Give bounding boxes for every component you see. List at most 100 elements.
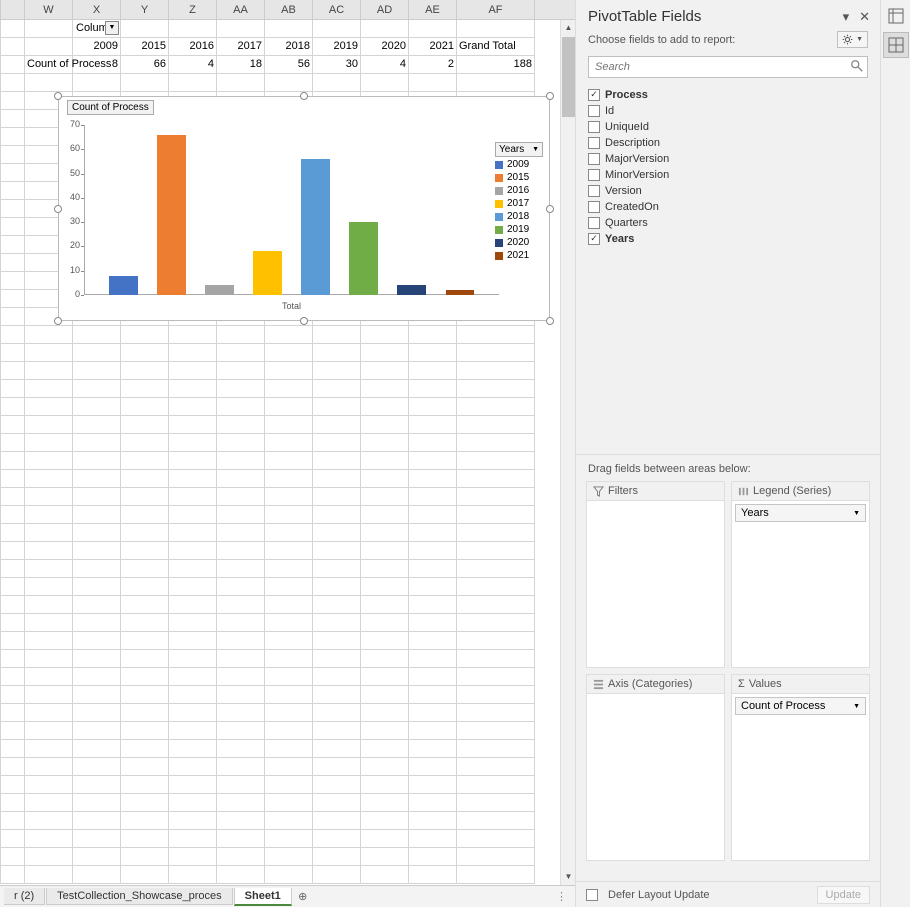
chart-bar[interactable] bbox=[205, 285, 234, 295]
sigma-icon: Σ bbox=[738, 678, 745, 690]
legend-item[interactable]: 2017 bbox=[495, 198, 543, 209]
col-AC[interactable]: AC bbox=[313, 0, 361, 19]
defer-layout-checkbox[interactable]: Defer Layout Update bbox=[586, 889, 710, 901]
chart-bar[interactable] bbox=[349, 222, 378, 295]
close-icon[interactable]: ✕ bbox=[859, 9, 870, 25]
field-item-createdon[interactable]: CreatedOn bbox=[588, 199, 868, 214]
field-list-button[interactable] bbox=[883, 32, 909, 58]
y-tick-label: 30 bbox=[64, 216, 80, 226]
y-tick-label: 60 bbox=[64, 143, 80, 153]
values-area[interactable]: ΣValues Count of Process ▼ bbox=[731, 674, 870, 861]
legend-swatch bbox=[495, 226, 503, 234]
format-pane-button[interactable] bbox=[883, 3, 909, 29]
legend-item[interactable]: 2019 bbox=[495, 224, 543, 235]
sheet-tab-prev[interactable]: r (2) bbox=[4, 888, 45, 905]
col-AB[interactable]: AB bbox=[265, 0, 313, 19]
col-AE[interactable]: AE bbox=[409, 0, 457, 19]
vertical-scrollbar[interactable]: ▲ ▼ bbox=[560, 20, 575, 885]
chart-bar[interactable] bbox=[301, 159, 330, 295]
legend-field-years[interactable]: Years ▼ bbox=[735, 504, 866, 522]
pane-move-icon[interactable]: ▾ bbox=[843, 9, 850, 25]
chevron-down-icon[interactable]: ▼ bbox=[105, 21, 119, 35]
chart-bar[interactable] bbox=[253, 251, 282, 295]
filters-area[interactable]: Filters bbox=[586, 481, 725, 668]
col-Y[interactable]: Y bbox=[121, 0, 169, 19]
field-item-minorversion[interactable]: MinorVersion bbox=[588, 167, 868, 182]
scroll-up-icon[interactable]: ▲ bbox=[561, 20, 576, 36]
field-item-description[interactable]: Description bbox=[588, 135, 868, 150]
grand-total-value[interactable]: 188 bbox=[457, 56, 535, 74]
legend-item[interactable]: 2015 bbox=[495, 172, 543, 183]
resize-handle[interactable] bbox=[54, 317, 62, 325]
legend-item[interactable]: 2009 bbox=[495, 159, 543, 170]
sheet-tab-sheet1[interactable]: Sheet1 bbox=[234, 888, 292, 906]
field-item-quarters[interactable]: Quarters bbox=[588, 215, 868, 230]
scroll-down-icon[interactable]: ▼ bbox=[561, 869, 576, 885]
resize-handle[interactable] bbox=[300, 92, 308, 100]
resize-handle[interactable] bbox=[54, 92, 62, 100]
checkbox-icon bbox=[588, 185, 600, 197]
chart-bar[interactable] bbox=[446, 290, 475, 295]
col-AA[interactable]: AA bbox=[217, 0, 265, 19]
update-button[interactable]: Update bbox=[817, 886, 870, 904]
checkbox-icon bbox=[588, 89, 600, 101]
chart-bar[interactable] bbox=[157, 135, 186, 295]
chart-bar[interactable] bbox=[397, 285, 426, 295]
col-AF[interactable]: AF bbox=[457, 0, 535, 19]
col-W[interactable]: W bbox=[25, 0, 73, 19]
field-item-id[interactable]: Id bbox=[588, 103, 868, 118]
axis-area[interactable]: Axis (Categories) bbox=[586, 674, 725, 861]
add-sheet-button[interactable]: ⊕ bbox=[293, 890, 313, 903]
y-tick-label: 50 bbox=[64, 168, 80, 178]
y-tick-label: 0 bbox=[64, 289, 80, 299]
columns-icon bbox=[738, 486, 749, 497]
chart-title[interactable]: Count of Process bbox=[67, 100, 154, 115]
search-icon bbox=[850, 59, 864, 73]
resize-handle[interactable] bbox=[300, 317, 308, 325]
legend-dropdown[interactable]: Years ▼ bbox=[495, 142, 543, 157]
chart-legend[interactable]: Years ▼ 2009 2015 2016 2017 2018 2019 2020 2021 bbox=[495, 142, 543, 263]
search-input[interactable] bbox=[588, 56, 868, 78]
chart-plot-area[interactable]: Total 010203040506070 bbox=[84, 125, 499, 295]
col-Z[interactable]: Z bbox=[169, 0, 217, 19]
column-labels-dropdown[interactable]: Column ▼ bbox=[73, 20, 121, 38]
field-item-uniqueid[interactable]: UniqueId bbox=[588, 119, 868, 134]
legend-swatch bbox=[495, 200, 503, 208]
field-item-years[interactable]: Years bbox=[588, 231, 868, 246]
y-tick-label: 20 bbox=[64, 240, 80, 250]
col-AD[interactable]: AD bbox=[361, 0, 409, 19]
resize-handle[interactable] bbox=[546, 205, 554, 213]
sheet-tab-bar: r (2) TestCollection_Showcase_proces She… bbox=[0, 885, 575, 907]
layout-options-button[interactable]: ▼ bbox=[837, 31, 868, 48]
resize-handle[interactable] bbox=[546, 92, 554, 100]
legend-item[interactable]: 2016 bbox=[495, 185, 543, 196]
checkbox-icon bbox=[588, 201, 600, 213]
legend-item[interactable]: 2020 bbox=[495, 237, 543, 248]
resize-handle[interactable] bbox=[546, 317, 554, 325]
sheet-tab-testcollection[interactable]: TestCollection_Showcase_proces bbox=[46, 888, 232, 905]
chart-bar[interactable] bbox=[109, 276, 138, 295]
gear-icon bbox=[842, 34, 853, 45]
scroll-thumb[interactable] bbox=[562, 37, 575, 117]
chevron-down-icon: ▼ bbox=[853, 703, 860, 710]
legend-swatch bbox=[495, 174, 503, 182]
checkbox-icon bbox=[588, 153, 600, 165]
field-item-version[interactable]: Version bbox=[588, 183, 868, 198]
tab-menu-icon[interactable]: ⋮ bbox=[548, 890, 575, 903]
legend-item[interactable]: 2018 bbox=[495, 211, 543, 222]
list-icon bbox=[888, 37, 904, 53]
pivot-chart[interactable]: Count of Process Total 010203040506070 Y… bbox=[58, 96, 550, 321]
resize-handle[interactable] bbox=[54, 205, 62, 213]
values-field-count[interactable]: Count of Process ▼ bbox=[735, 697, 866, 715]
checkbox-icon bbox=[588, 169, 600, 181]
legend-swatch bbox=[495, 239, 503, 247]
field-item-majorversion[interactable]: MajorVersion bbox=[588, 151, 868, 166]
row-label[interactable]: Count of Process bbox=[27, 56, 111, 73]
col-X[interactable]: X bbox=[73, 0, 121, 19]
filter-icon bbox=[593, 486, 604, 497]
grand-total-header[interactable]: Grand Total bbox=[457, 38, 535, 56]
field-list[interactable]: ProcessIdUniqueIdDescriptionMajorVersion… bbox=[588, 86, 868, 256]
field-item-process[interactable]: Process bbox=[588, 87, 868, 102]
legend-item[interactable]: 2021 bbox=[495, 250, 543, 261]
legend-area[interactable]: Legend (Series) Years ▼ bbox=[731, 481, 870, 668]
